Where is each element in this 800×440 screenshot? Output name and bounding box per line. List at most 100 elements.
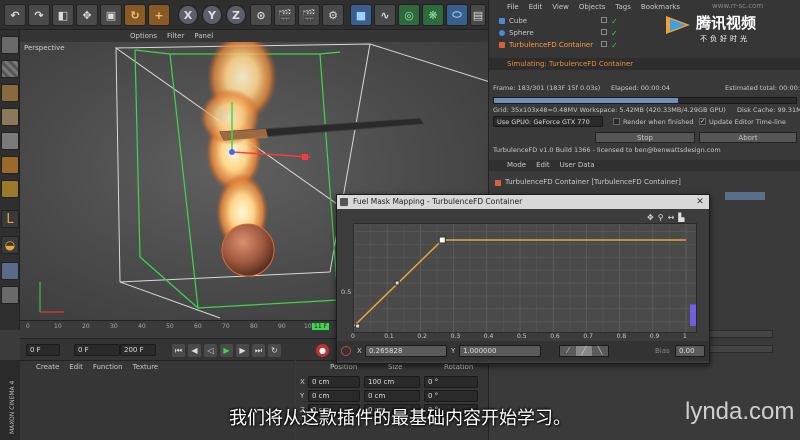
obj-menu-file[interactable]: File <box>507 2 519 12</box>
menu-icon[interactable]: ▙ <box>678 213 684 223</box>
bias-field[interactable]: 0.00 <box>675 345 705 357</box>
previous-key-icon[interactable]: ◀ <box>188 344 201 357</box>
current-frame-field[interactable]: 0 F <box>74 344 120 356</box>
linear-interp-icon[interactable]: ╱ <box>576 346 592 356</box>
spline-icon[interactable]: ∿ <box>374 4 396 26</box>
coordinate-system-icon[interactable]: ⊙ <box>250 4 272 26</box>
viewport-menu-filter[interactable]: Filter <box>167 30 184 42</box>
visibility-icon[interactable] <box>601 17 607 23</box>
pan-icon[interactable]: ✥ <box>647 213 654 223</box>
cube-icon[interactable]: ■ <box>350 4 372 26</box>
loop-icon[interactable]: ↻ <box>268 344 281 357</box>
x-tick-label: 0.9 <box>649 333 660 340</box>
grid-status: Grid: 35x103x48=0.48MV Workspace: 5.42MB… <box>493 106 726 114</box>
visibility-icon[interactable] <box>601 29 607 35</box>
attr-menu-mode[interactable]: Mode <box>507 160 526 171</box>
axis-mode-icon[interactable]: L <box>1 210 19 228</box>
model-mode-icon[interactable] <box>1 60 19 78</box>
x-axis-button[interactable]: X <box>178 5 198 25</box>
dialog-bottom-bar: X 0.265828 Y 1.000000 ⁄ ╱ ╲ Bias 0.00 <box>337 341 709 361</box>
spline-knot <box>438 236 446 244</box>
x-size-field[interactable]: 100 cm <box>364 376 420 388</box>
obj-menu-edit[interactable]: Edit <box>529 2 543 12</box>
spline-graph[interactable] <box>353 223 697 333</box>
viewport-menu-options[interactable]: Options <box>130 30 157 42</box>
fit-icon[interactable]: ↔ <box>668 213 675 223</box>
scene-icon[interactable]: ▤ <box>470 4 486 26</box>
material-menu-texture[interactable]: Texture <box>133 361 159 373</box>
nurbs-icon[interactable]: ◎ <box>398 4 420 26</box>
scale-icon[interactable]: ▣ <box>100 4 122 26</box>
abort-button[interactable]: Abort <box>699 132 797 143</box>
update-editor-checkbox[interactable]: ✓ <box>699 118 706 125</box>
play-backwards-icon[interactable]: ◁ <box>204 344 217 357</box>
add-icon[interactable]: + <box>148 4 170 26</box>
attr-menu-user-data[interactable]: User Data <box>560 160 595 171</box>
attribute-object-title: TurbulenceFD Container [TurbulenceFD Con… <box>505 178 681 186</box>
undo-icon[interactable]: ↶ <box>4 4 26 26</box>
tweak-mode-icon[interactable]: ◒ <box>1 236 19 254</box>
y-position-field[interactable]: 0 cm <box>308 390 360 402</box>
dialog-titlebar[interactable]: Fuel Mask Mapping - TurbulenceFD Contain… <box>337 195 709 209</box>
render-settings-icon[interactable]: ⚙ <box>322 4 344 26</box>
render-view-icon[interactable]: 🎬 <box>274 4 296 26</box>
y-size-field[interactable]: 0 cm <box>364 390 420 402</box>
start-frame-field[interactable]: 0 F <box>26 344 60 356</box>
visibility-icon[interactable] <box>601 41 607 47</box>
x-position-field[interactable]: 0 cm <box>308 376 360 388</box>
y-axis-button[interactable]: Y <box>202 5 222 25</box>
live-select-icon[interactable]: ◧ <box>52 4 74 26</box>
check-icon[interactable]: ✓ <box>611 29 618 38</box>
record-icon[interactable]: ● <box>316 344 329 357</box>
next-key-icon[interactable]: ▶ <box>236 344 249 357</box>
attribute-tab[interactable] <box>725 192 765 200</box>
viewport-menu-panel[interactable]: Panel <box>194 30 213 42</box>
play-icon[interactable]: ▶ <box>220 344 233 357</box>
reset-icon[interactable] <box>341 346 351 356</box>
zoom-icon[interactable]: ⚲ <box>658 213 664 223</box>
lock-workplane-icon[interactable] <box>1 286 19 304</box>
obj-menu-objects[interactable]: Objects <box>579 2 605 12</box>
x-value-field[interactable]: 0.265828 <box>365 345 447 357</box>
points-mode-icon[interactable] <box>1 132 19 150</box>
redo-icon[interactable]: ↷ <box>28 4 50 26</box>
move-icon[interactable]: ✥ <box>76 4 98 26</box>
gpu-select[interactable]: Use GPU0: GeForce GTX 770 <box>493 116 603 127</box>
step-interp-icon[interactable]: ╲ <box>592 346 608 356</box>
material-menu-edit[interactable]: Edit <box>69 361 83 373</box>
smooth-interp-icon[interactable]: ⁄ <box>560 346 576 356</box>
obj-menu-view[interactable]: View <box>552 2 569 12</box>
texture-mode-icon[interactable] <box>1 84 19 102</box>
close-icon[interactable]: ✕ <box>695 197 705 207</box>
x-tick-label: 0.4 <box>483 333 494 340</box>
stop-button[interactable]: Stop <box>595 132 695 143</box>
attr-menu-edit[interactable]: Edit <box>536 160 550 171</box>
make-editable-icon[interactable] <box>1 36 19 54</box>
h-rotation-field[interactable]: 0 ° <box>424 376 478 388</box>
polygons-mode-icon[interactable] <box>1 180 19 198</box>
end-frame-field[interactable]: 200 F <box>120 344 156 356</box>
snap-icon[interactable] <box>1 262 19 280</box>
obj-menu-bookmarks[interactable]: Bookmarks <box>641 2 680 12</box>
p-rotation-field[interactable]: 0 ° <box>424 390 478 402</box>
y-value-field[interactable]: 1.000000 <box>459 345 541 357</box>
array-icon[interactable]: ❋ <box>422 4 444 26</box>
deformer-icon[interactable]: ⬭ <box>446 4 468 26</box>
render-finished-checkbox[interactable] <box>613 118 620 125</box>
edges-mode-icon[interactable] <box>1 156 19 174</box>
obj-menu-tags[interactable]: Tags <box>615 2 631 12</box>
go-to-end-icon[interactable]: ⏭ <box>252 344 265 357</box>
workplane-icon[interactable] <box>1 108 19 126</box>
current-frame-marker[interactable]: 11 F <box>312 323 329 330</box>
z-axis-button[interactable]: Z <box>226 5 246 25</box>
check-icon[interactable]: ✓ <box>611 41 618 50</box>
material-menu-function[interactable]: Function <box>93 361 123 373</box>
timeline-ruler[interactable]: 0 10 20 30 40 50 60 70 80 90 100 11 F <box>20 320 345 338</box>
render-picture-icon[interactable]: 🎬 <box>298 4 320 26</box>
material-menu-create[interactable]: Create <box>36 361 59 373</box>
spline-graph-canvas[interactable] <box>354 224 697 333</box>
fuel-mask-mapping-dialog: Fuel Mask Mapping - TurbulenceFD Contain… <box>336 194 710 364</box>
go-to-start-icon[interactable]: ⏮ <box>172 344 185 357</box>
rotate-icon[interactable]: ↻ <box>124 4 146 26</box>
check-icon[interactable]: ✓ <box>611 17 618 26</box>
